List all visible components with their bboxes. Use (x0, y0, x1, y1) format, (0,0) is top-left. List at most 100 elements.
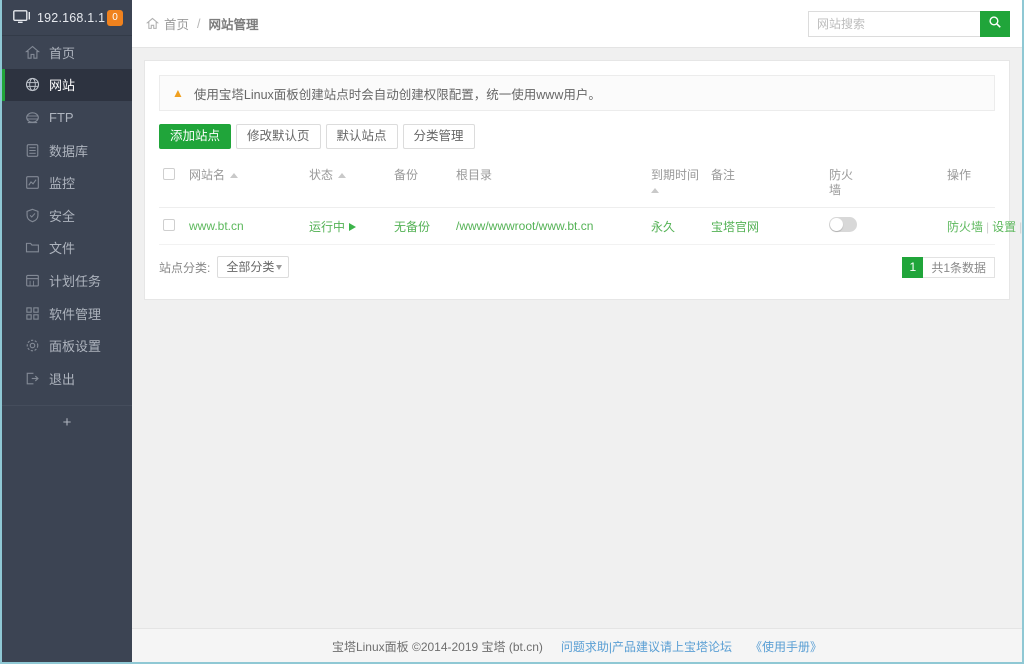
td-expire-time: 永久 (647, 208, 707, 245)
breadcrumb-separator: / (197, 17, 200, 31)
warning-icon: ▲ (172, 86, 184, 100)
category-management-button[interactable]: 分类管理 (403, 124, 475, 149)
sidebar-item-label: 面板设置 (49, 336, 101, 355)
apps-icon (24, 305, 40, 321)
logout-icon (24, 370, 40, 386)
home-icon (146, 17, 159, 30)
table-header-row: 网站名 状态 备份 根目录 到期时间 (159, 162, 995, 208)
table-row: www.bt.cn 运行中 无备份 /www/wwwroot/www.bt.cn (159, 208, 995, 245)
pagination: 1 共1条数据 (902, 257, 995, 278)
breadcrumb-home[interactable]: 首页 (164, 14, 189, 33)
op-separator: | (1019, 220, 1022, 234)
sidebar-item-logout[interactable]: 退出 (2, 362, 132, 395)
row-checkbox[interactable] (163, 219, 175, 231)
default-site-button[interactable]: 默认站点 (326, 124, 398, 149)
page-footer: 宝塔Linux面板 ©2014-2019 宝塔 (bt.cn) 问题求助|产品建… (132, 628, 1022, 664)
database-icon (24, 142, 40, 158)
ftp-icon (24, 109, 40, 125)
th-status[interactable]: 状态 (305, 162, 390, 208)
th-label: 到期时间 (651, 168, 699, 183)
sidebar-item-crontab[interactable]: 计划任务 (2, 264, 132, 297)
sidebar-item-label: 退出 (49, 369, 75, 388)
sidebar-item-home[interactable]: 首页 (2, 36, 132, 69)
sort-asc-icon[interactable] (230, 173, 238, 178)
td-remark: 宝塔官网 (707, 208, 825, 245)
sidebar-add-button[interactable]: + (2, 405, 132, 439)
th-site-name[interactable]: 网站名 (185, 162, 305, 208)
sidebar: 192.168.1.1 0 首页 网站 (0, 0, 132, 664)
op-separator: | (986, 220, 989, 234)
calendar-icon (24, 272, 40, 288)
sidebar-nav: 首页 网站 (2, 36, 132, 395)
th-label: 状态 (309, 168, 333, 183)
root-dir-link[interactable]: /www/wwwroot/www.bt.cn (456, 219, 593, 233)
sidebar-item-security[interactable]: 安全 (2, 199, 132, 232)
th-label: 网站名 (189, 168, 225, 183)
breadcrumb: 首页 / 网站管理 (146, 14, 259, 33)
site-category-value: 全部分类 (226, 260, 274, 274)
expire-label[interactable]: 永久 (651, 220, 675, 234)
firewall-toggle[interactable] (829, 217, 857, 232)
td-site-name: www.bt.cn (185, 208, 305, 245)
firewall-action-link[interactable]: 防火墙 (947, 220, 983, 234)
td-operations: 防火墙|设置|删除 (943, 208, 995, 245)
search-box (808, 11, 1010, 37)
footer-forum-link[interactable]: 问题求助|产品建议请上宝塔论坛 (561, 638, 732, 655)
th-label: 备注 (711, 168, 735, 183)
th-label: 防火墙 (829, 168, 855, 198)
th-remark: 备注 (707, 162, 825, 208)
sidebar-item-label: FTP (49, 110, 74, 125)
sidebar-item-monitor[interactable]: 监控 (2, 166, 132, 199)
sidebar-item-website[interactable]: 网站 (2, 69, 132, 102)
footer-manual-link[interactable]: 《使用手册》 (750, 638, 822, 655)
th-label: 备份 (394, 168, 418, 183)
status-label: 运行中 (309, 220, 345, 234)
site-name-link[interactable]: www.bt.cn (189, 219, 244, 233)
main-area: 首页 / 网站管理 ▲ 使用宝塔Linux面板 (132, 0, 1024, 664)
site-category-select[interactable]: 全部分类 (217, 256, 289, 278)
sites-table: 网站名 状态 备份 根目录 到期时间 (159, 162, 995, 245)
sidebar-item-files[interactable]: 文件 (2, 232, 132, 265)
sidebar-logo[interactable]: 192.168.1.1 0 (2, 0, 132, 36)
sidebar-item-label: 数据库 (49, 141, 88, 160)
sort-asc-icon[interactable] (651, 188, 659, 193)
play-icon[interactable] (349, 223, 356, 231)
edit-default-page-button[interactable]: 修改默认页 (236, 124, 321, 149)
website-management-panel: ▲ 使用宝塔Linux面板创建站点时会自动创建权限配置，统一使用www用户。 添… (144, 60, 1010, 300)
bt-panel-window: 192.168.1.1 0 首页 网站 (0, 0, 1024, 664)
search-input[interactable] (808, 11, 980, 37)
monitor-icon (13, 10, 31, 26)
th-expire-time[interactable]: 到期时间 (647, 162, 707, 208)
sidebar-item-software[interactable]: 软件管理 (2, 297, 132, 330)
sidebar-item-panel-settings[interactable]: 面板设置 (2, 329, 132, 362)
footer-copyright: 宝塔Linux面板 ©2014-2019 宝塔 (bt.cn) (332, 638, 543, 655)
remark-label[interactable]: 宝塔官网 (711, 220, 759, 234)
sidebar-item-label: 监控 (49, 173, 75, 192)
select-all-checkbox[interactable] (163, 168, 175, 180)
notification-badge[interactable]: 0 (107, 10, 123, 26)
settings-action-link[interactable]: 设置 (992, 220, 1016, 234)
th-operations: 操作 (943, 162, 995, 208)
info-alert: ▲ 使用宝塔Linux面板创建站点时会自动创建权限配置，统一使用www用户。 (159, 75, 995, 111)
sidebar-item-database[interactable]: 数据库 (2, 134, 132, 167)
backup-label[interactable]: 无备份 (394, 220, 430, 234)
sidebar-item-ftp[interactable]: FTP (2, 101, 132, 134)
table-footer: 站点分类: 全部分类 1 共1条数据 (159, 256, 995, 280)
home-icon (24, 44, 40, 60)
page-button-1[interactable]: 1 (902, 257, 923, 278)
monitor-chart-icon (24, 175, 40, 191)
add-site-button[interactable]: 添加站点 (159, 124, 231, 149)
shield-icon (24, 207, 40, 223)
breadcrumb-current: 网站管理 (209, 14, 259, 33)
gear-icon (24, 338, 40, 354)
search-button[interactable] (980, 11, 1010, 37)
alert-text: 使用宝塔Linux面板创建站点时会自动创建权限配置，统一使用www用户。 (194, 84, 601, 103)
globe-icon (24, 77, 40, 93)
th-backup: 备份 (390, 162, 452, 208)
sidebar-item-label: 安全 (49, 206, 75, 225)
folder-icon (24, 240, 40, 256)
td-backup: 无备份 (390, 208, 452, 245)
sort-asc-icon[interactable] (338, 173, 346, 178)
td-root-dir: /www/wwwroot/www.bt.cn (452, 208, 647, 245)
th-root-dir: 根目录 (452, 162, 647, 208)
